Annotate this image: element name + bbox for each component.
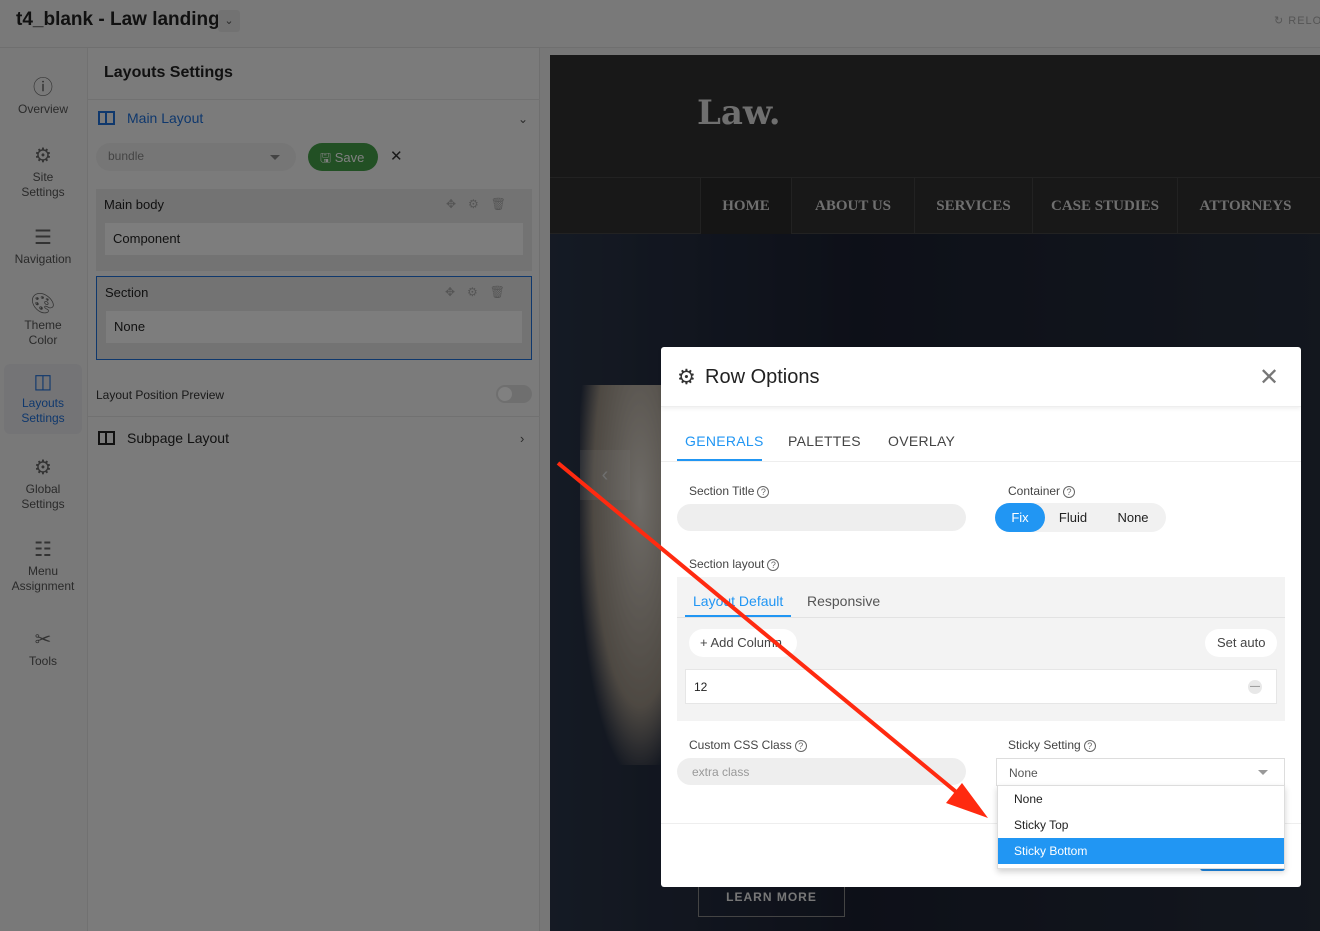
gear-icon: ⚙ xyxy=(677,366,696,389)
help-icon[interactable]: ? xyxy=(757,486,770,498)
column-row[interactable]: 12 — xyxy=(685,669,1277,704)
add-column-button[interactable]: + Add Column xyxy=(689,629,797,657)
section-layout-box: Layout Default Responsive + Add Column S… xyxy=(677,577,1285,721)
move-icon[interactable]: ✥ xyxy=(446,197,468,211)
layout-icon xyxy=(98,431,115,445)
tab-overlay[interactable]: OVERLAY xyxy=(888,433,955,449)
section-title-label: Section Title? xyxy=(689,484,770,498)
site-header: Law. xyxy=(550,55,1320,177)
site-logo[interactable]: Law. xyxy=(697,93,781,133)
layout-icon xyxy=(98,111,115,125)
menu-icon: ☰ xyxy=(34,227,52,249)
layout-icon: ◫ xyxy=(33,371,53,393)
gear-icon: ⚙ xyxy=(34,145,52,167)
option-sticky-bottom[interactable]: Sticky Bottom xyxy=(998,838,1284,864)
divider xyxy=(661,461,1301,462)
row-content[interactable]: Component xyxy=(104,222,524,256)
sidebar-item-global-settings[interactable]: ⚙ Global Settings xyxy=(4,450,82,512)
sticky-setting-dropdown: None Sticky Top Sticky Bottom xyxy=(997,785,1285,869)
sidebar-item-menu-assignment[interactable]: ☷ Menu Assignment xyxy=(4,532,82,594)
site-nav: HOME ABOUT US SERVICES CASE STUDIES ATTO… xyxy=(550,177,1320,234)
trash-icon[interactable]: 🗑︎ xyxy=(491,197,518,211)
layout-position-preview-label: Layout Position Preview xyxy=(96,388,225,402)
gear-icon[interactable]: ⚙ xyxy=(467,285,490,299)
help-icon[interactable]: ? xyxy=(794,740,807,752)
help-icon[interactable]: ? xyxy=(1083,740,1096,752)
nav-services[interactable]: SERVICES xyxy=(914,178,1032,234)
help-icon[interactable]: ? xyxy=(767,559,780,571)
row-options-modal: ⚙ Row Options ✕ GENERALS PALETTES OVERLA… xyxy=(661,347,1301,887)
section-title-input[interactable] xyxy=(677,504,966,531)
remove-column-icon[interactable]: — xyxy=(1248,680,1262,694)
custom-css-label: Custom CSS Class? xyxy=(689,738,807,752)
trash-icon[interactable]: 🗑︎ xyxy=(490,285,517,299)
nav-home[interactable]: HOME xyxy=(700,178,791,234)
sidebar-item-layouts-settings[interactable]: ◫ Layouts Settings xyxy=(4,364,82,434)
nav-attorneys[interactable]: ATTORNEYS xyxy=(1177,178,1313,234)
modal-title: Row Options xyxy=(705,366,820,388)
tab-generals[interactable]: GENERALS xyxy=(685,433,764,449)
sidebar-item-theme-color[interactable]: 🎨︎ Theme Color xyxy=(4,286,82,348)
section-layout-label: Section layout? xyxy=(689,557,780,571)
layout-select[interactable]: bundle xyxy=(96,143,296,171)
info-icon: ⓘ xyxy=(33,77,53,99)
divider xyxy=(677,617,1285,618)
container-segmented-control: Fix Fluid None xyxy=(995,503,1166,532)
gears-icon: ⚙ xyxy=(34,457,52,479)
container-fix[interactable]: Fix xyxy=(995,503,1045,532)
layouts-settings-panel: Layouts Settings Main Layout ⌄ bundle 🖫 … xyxy=(88,48,540,931)
set-auto-button[interactable]: Set auto xyxy=(1205,629,1277,657)
reload-button[interactable]: ↻ RELOAD xyxy=(1274,14,1320,27)
container-fluid[interactable]: Fluid xyxy=(1047,503,1099,532)
sidebar-item-overview[interactable]: ⓘ Overview xyxy=(4,70,82,117)
sidebar-item-tools[interactable]: ✂ Tools xyxy=(4,622,82,669)
subpage-layout-header[interactable]: Subpage Layout xyxy=(98,430,229,446)
tab-palettes[interactable]: PALETTES xyxy=(788,433,861,449)
sidebar-item-navigation[interactable]: ☰ Navigation xyxy=(4,220,82,267)
sidebar-item-site-settings[interactable]: ⚙ Site Settings xyxy=(4,138,82,200)
chevron-right-icon[interactable]: › xyxy=(520,431,524,446)
move-icon[interactable]: ✥ xyxy=(445,285,467,299)
panel-title: Layouts Settings xyxy=(104,64,233,81)
tab-responsive[interactable]: Responsive xyxy=(807,593,880,609)
save-button[interactable]: 🖫 Save xyxy=(308,143,378,171)
nav-about-us[interactable]: ABOUT US xyxy=(791,178,914,234)
close-icon[interactable]: ✕ xyxy=(1259,363,1279,392)
close-icon[interactable]: ✕ xyxy=(390,147,403,165)
custom-css-input[interactable]: extra class xyxy=(677,758,966,785)
option-sticky-top[interactable]: Sticky Top xyxy=(998,812,1284,838)
list-icon: ☷ xyxy=(34,539,52,561)
app-title: t4_blank - Law landing xyxy=(16,9,220,30)
reload-icon: ↻ xyxy=(1274,15,1289,27)
tab-layout-default[interactable]: Layout Default xyxy=(693,593,783,609)
option-none[interactable]: None xyxy=(998,786,1284,812)
plus-icon: + xyxy=(700,635,711,650)
top-bar: t4_blank - Law landing ⌄ ↻ RELOAD xyxy=(0,0,1320,48)
nav-case-studies[interactable]: CASE STUDIES xyxy=(1032,178,1177,234)
row-section[interactable]: Section ✥⚙🗑︎ None xyxy=(96,276,532,360)
help-icon[interactable]: ? xyxy=(1063,486,1076,498)
column-width: 12 xyxy=(694,680,708,694)
modal-header: ⚙ Row Options ✕ xyxy=(661,347,1301,407)
row-main-body[interactable]: Main body ✥⚙🗑︎ Component xyxy=(96,189,532,271)
row-tools: ✥⚙🗑︎ xyxy=(445,285,517,299)
divider xyxy=(88,416,540,417)
container-none[interactable]: None xyxy=(1105,503,1161,532)
chevron-down-icon[interactable]: ⌄ xyxy=(518,112,528,126)
save-icon: 🖫 xyxy=(320,150,335,165)
main-layout-header[interactable]: Main Layout xyxy=(98,110,203,126)
row-content[interactable]: None xyxy=(105,310,523,344)
container-label: Container? xyxy=(1008,484,1076,498)
template-dropdown-chevron-icon[interactable]: ⌄ xyxy=(218,10,240,32)
row-tools: ✥⚙🗑︎ xyxy=(446,197,518,211)
palette-icon: 🎨︎ xyxy=(30,293,56,315)
slider-prev-button[interactable]: ‹ xyxy=(580,450,630,500)
sidebar: ⓘ Overview ⚙ Site Settings ☰ Navigation 🎨︎ T… xyxy=(0,48,88,931)
sticky-setting-select[interactable]: None xyxy=(996,758,1285,786)
divider xyxy=(88,99,540,100)
gear-icon[interactable]: ⚙ xyxy=(468,197,491,211)
sticky-setting-label: Sticky Setting? xyxy=(1008,738,1096,752)
layout-position-preview-toggle[interactable] xyxy=(496,385,532,403)
tools-icon: ✂ xyxy=(34,629,52,651)
